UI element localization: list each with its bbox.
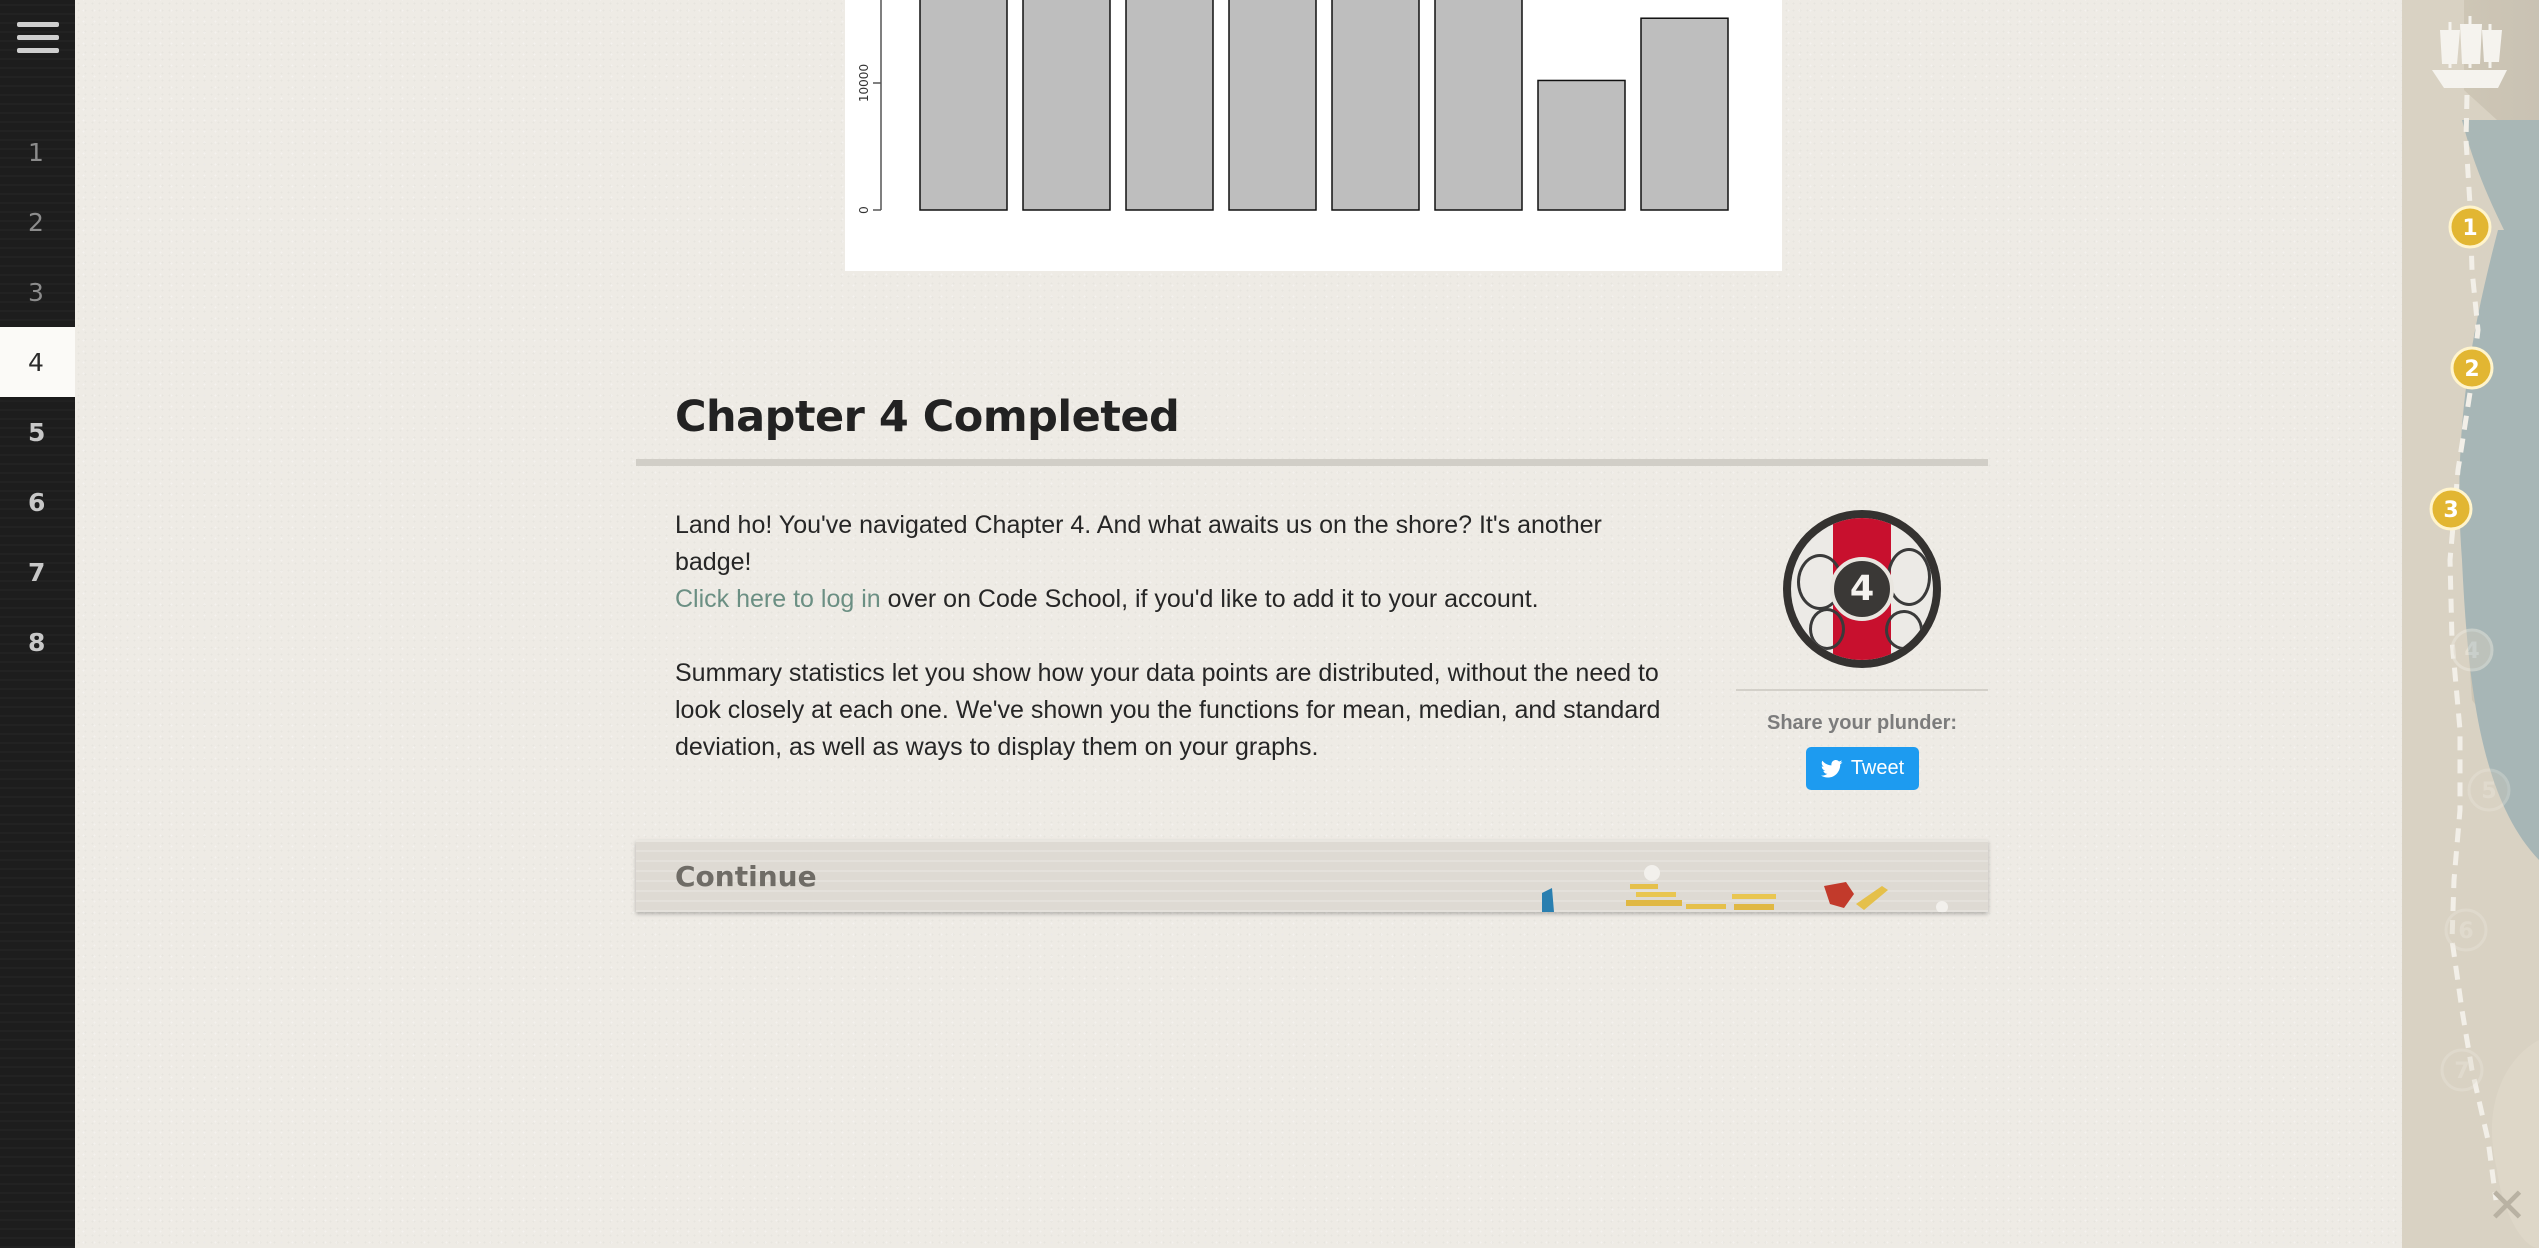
voyage-marker-7[interactable]: 7: [2440, 1048, 2484, 1092]
bar-chart: 0 10000: [857, 0, 1729, 214]
continue-button[interactable]: Continue: [636, 840, 1988, 912]
kraken-tentacle-icon: [1887, 548, 1931, 606]
voyage-marker-label: 3: [2443, 498, 2458, 523]
close-map-icon[interactable]: ✕: [2487, 1178, 2527, 1234]
voyage-marker-label: 7: [2454, 1059, 2469, 1084]
kraken-tentacle-icon: [1885, 610, 1923, 650]
voyage-marker-5[interactable]: 5: [2467, 768, 2511, 812]
sidebar-item-chapter-3[interactable]: 3: [0, 257, 75, 327]
title-divider: [636, 459, 1988, 466]
menu-icon-line: [16, 22, 59, 27]
sidebar-item-chapter-8[interactable]: 8: [0, 607, 75, 677]
voyage-map: 1 2 3 4 5 6 7 ✕: [2402, 0, 2539, 1248]
voyage-marker-label: 6: [2458, 919, 2473, 944]
tweet-button[interactable]: Tweet: [1806, 747, 1919, 790]
badge-number: 4: [1830, 557, 1894, 621]
voyage-marker-6[interactable]: 6: [2444, 908, 2488, 952]
tweet-label: Tweet: [1850, 757, 1905, 779]
twitter-bird-icon: [1820, 759, 1843, 778]
page-title: Chapter 4 Completed: [675, 392, 1180, 442]
completion-paragraph-1: Land ho! You've navigated Chapter 4. And…: [675, 507, 1685, 618]
voyage-marker-label: 2: [2464, 357, 2479, 382]
sidebar-item-chapter-1[interactable]: 1: [0, 117, 75, 187]
sidebar-item-chapter-5[interactable]: 5: [0, 397, 75, 467]
pearl-icon: [1644, 865, 1660, 881]
y-tick-label: 10000: [857, 64, 871, 102]
gold-bar-icon: [1734, 904, 1774, 910]
voyage-marker-label: 4: [2464, 639, 2479, 664]
bar: [1537, 79, 1626, 211]
bar: [1640, 17, 1729, 211]
sidebar-item-chapter-6[interactable]: 6: [0, 467, 75, 537]
gold-sword-icon: [1856, 886, 1888, 910]
menu-icon-line: [16, 35, 59, 40]
gold-bar-icon: [1630, 884, 1658, 889]
gold-bar-icon: [1732, 894, 1776, 899]
bar: [1331, 0, 1420, 211]
bar: [1228, 0, 1317, 211]
treasure-pile-icon: [1542, 865, 1948, 912]
gold-bar-icon: [1626, 900, 1682, 906]
gold-bar-icon: [1636, 892, 1676, 897]
kraken-tentacle-icon: [1809, 608, 1845, 650]
bar: [919, 0, 1008, 211]
blue-gem-icon: [1542, 888, 1554, 912]
gold-bar-icon: [1686, 904, 1726, 909]
completion-intro-tail: over on Code School, if you'd like to ad…: [880, 585, 1539, 613]
menu-icon[interactable]: [0, 0, 75, 75]
lesson-page: 0 10000 Chapter 4 Completed Land ho! You'…: [75, 0, 2402, 1248]
voyage-marker-3[interactable]: 3: [2429, 487, 2473, 531]
voyage-marker-2[interactable]: 2: [2450, 346, 2494, 390]
login-link[interactable]: Click here to log in: [675, 585, 881, 613]
bar: [1022, 0, 1111, 211]
bar-chart-panel: 0 10000: [845, 0, 1782, 271]
voyage-marker-1[interactable]: 1: [2448, 205, 2492, 249]
share-label: Share your plunder:: [1766, 712, 1958, 734]
voyage-marker-label: 5: [2481, 779, 2496, 804]
menu-icon-line: [16, 48, 59, 53]
completion-paragraph-2: Summary statistics let you show how your…: [675, 659, 1661, 761]
completion-intro: Land ho! You've navigated Chapter 4. And…: [675, 511, 1602, 576]
completion-text: Land ho! You've navigated Chapter 4. And…: [675, 507, 1685, 803]
voyage-marker-4[interactable]: 4: [2450, 628, 2494, 672]
bar: [1125, 0, 1214, 211]
sidebar-item-chapter-2[interactable]: 2: [0, 187, 75, 257]
bar: [1434, 0, 1523, 211]
sidebar-item-chapter-7[interactable]: 7: [0, 537, 75, 607]
ruby-icon: [1824, 882, 1854, 908]
chapter-sidebar: 1 2 3 4 5 6 7 8: [0, 0, 90, 1248]
voyage-marker-label: 1: [2462, 216, 2477, 241]
y-tick-label: 0: [857, 206, 871, 214]
share-divider: [1736, 689, 1988, 691]
chapter-badge: 4: [1783, 510, 1941, 668]
voyage-map-drawing: 1 2 3 4 5 6 7 ✕: [2402, 0, 2539, 1248]
pearl-icon: [1936, 901, 1948, 912]
